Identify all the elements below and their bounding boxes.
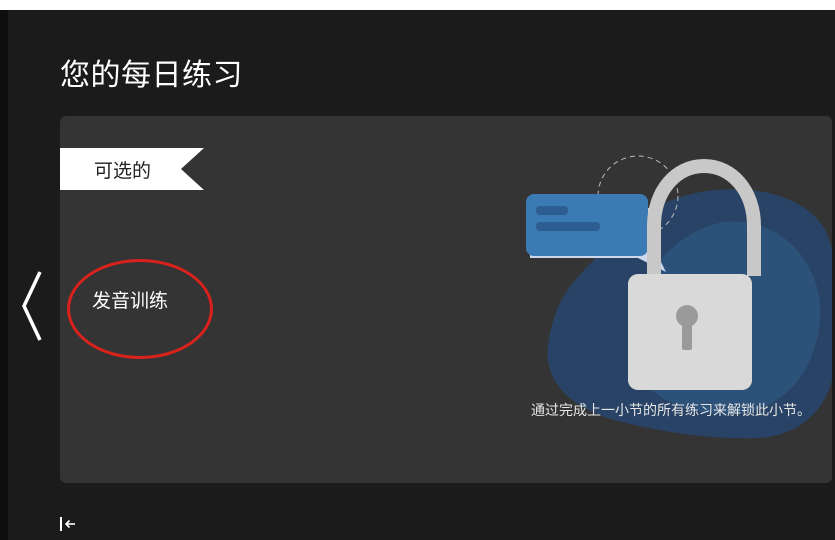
left-edge <box>0 10 8 540</box>
chevron-left-icon[interactable] <box>14 266 48 346</box>
optional-label: 可选的 <box>94 160 152 182</box>
page-title: 您的每日练习 <box>60 58 243 93</box>
optional-ribbon: 可选的 <box>60 148 204 190</box>
pronunciation-training-label[interactable]: 发音训练 <box>92 286 168 313</box>
practice-card[interactable]: 可选的 发音训练 通过完成上一小节的所有练习来解锁此小节。 <box>60 116 832 483</box>
unlock-message: 通过完成上一小节的所有练习来解锁此小节。 <box>531 403 811 419</box>
app-frame: 您的每日练习 可选的 发音训练 通过完成上一小节的所有练习来解锁此小节。 <box>0 10 835 540</box>
collapse-sidebar-icon[interactable] <box>58 514 80 534</box>
